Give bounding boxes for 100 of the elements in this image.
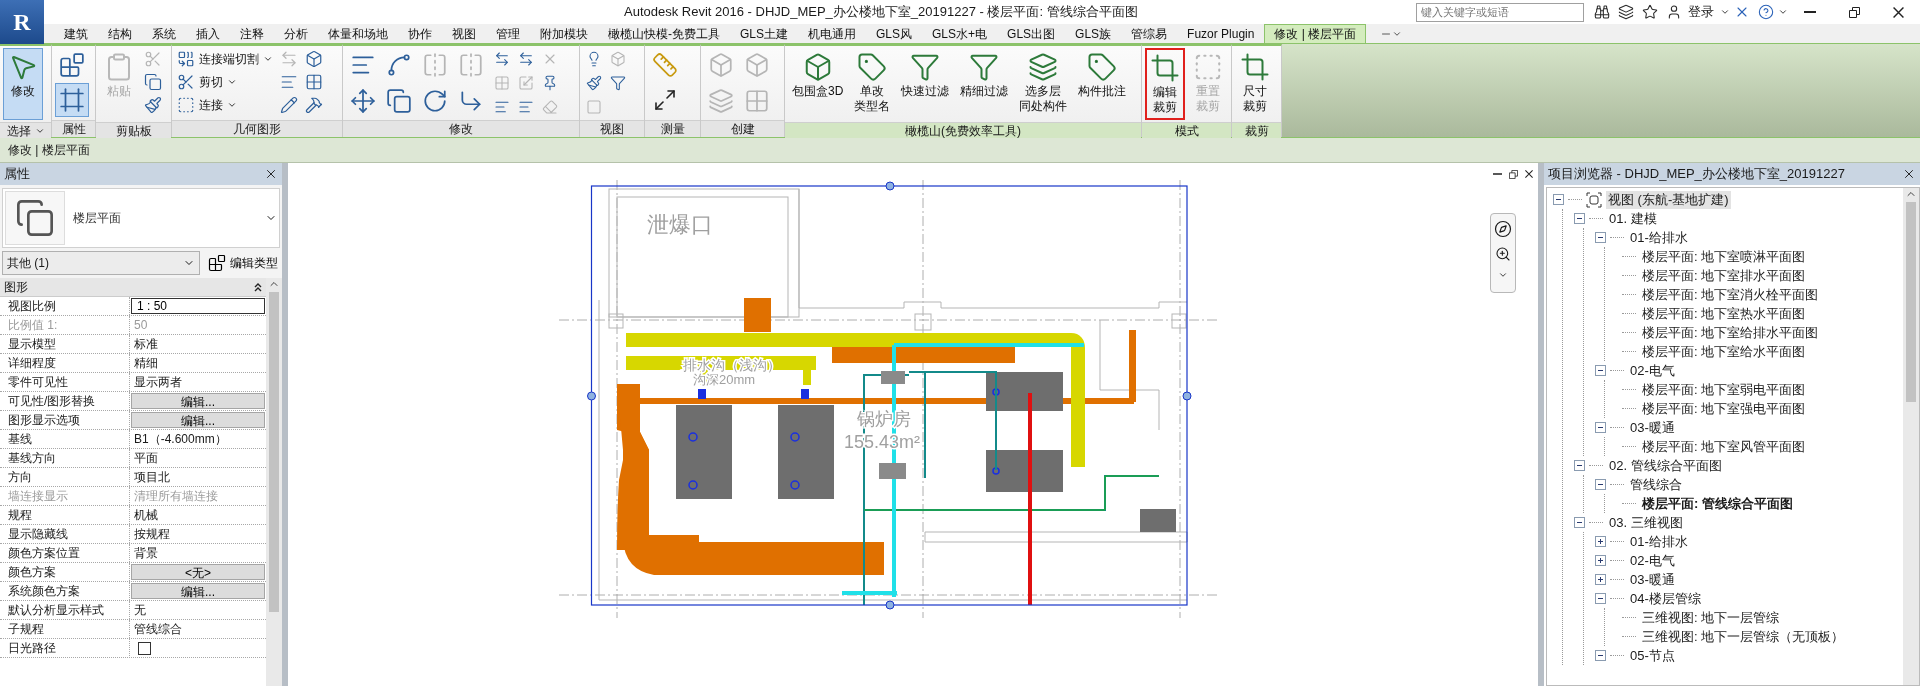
tree-item[interactable]: 楼层平面: 地下室给水平面图 xyxy=(1640,342,1808,361)
type-selector[interactable]: 楼层平面 xyxy=(2,188,280,248)
checkbox[interactable] xyxy=(138,642,151,655)
tree-item[interactable]: 楼层平面: 地下室强电平面图 xyxy=(1640,399,1808,418)
ribbon-tab[interactable]: 管理 xyxy=(486,24,530,43)
expand-icon[interactable] xyxy=(1595,574,1606,585)
edit-button[interactable]: 编辑... xyxy=(131,583,265,599)
application-button[interactable]: R xyxy=(0,0,44,44)
collapse-icon[interactable] xyxy=(1595,365,1606,376)
search-field[interactable]: 键入关键字或短语 xyxy=(1416,2,1584,22)
ribbon-tab[interactable]: 修改 | 楼层平面 xyxy=(1264,24,1367,43)
ribbon-button[interactable]: 包围盒3D xyxy=(788,48,848,120)
ribbon-tab[interactable]: 建筑 xyxy=(54,24,98,43)
expand-icon[interactable] xyxy=(1595,555,1606,566)
properties-toggle[interactable] xyxy=(55,83,89,117)
property-label: 方向 xyxy=(0,468,130,486)
tree-item[interactable]: 02-电气 xyxy=(1628,361,1677,380)
ribbon-tab[interactable]: Fuzor Plugin xyxy=(1177,24,1265,43)
ribbon-tab[interactable]: 分析 xyxy=(274,24,318,43)
ribbon-button[interactable]: 精细过滤 xyxy=(956,48,1013,120)
ribbon-tab[interactable]: 机电通用 xyxy=(798,24,866,43)
tree-item[interactable]: 楼层平面: 地下室给排水平面图 xyxy=(1640,323,1821,342)
tree-item[interactable]: 三维视图: 地下一层管综（无顶板） xyxy=(1640,627,1847,646)
collapse-icon[interactable] xyxy=(1595,422,1606,433)
tree-item[interactable]: 视图 (东航-基地扩建) xyxy=(1606,190,1731,209)
collapse-icon[interactable] xyxy=(1595,593,1606,604)
tree-item[interactable]: 02. 管线综合平面图 xyxy=(1607,456,1724,475)
ribbon-tab[interactable]: GLS土建 xyxy=(730,24,798,43)
tree-item[interactable]: 楼层平面: 地下室喷淋平面图 xyxy=(1640,247,1808,266)
ribbon-button[interactable]: 构件批注 xyxy=(1074,48,1131,120)
edit-type-button[interactable]: 编辑类型 xyxy=(206,254,280,272)
ribbon-tab[interactable]: 插入 xyxy=(186,24,230,43)
tree-item[interactable]: 楼层平面: 地下室排水平面图 xyxy=(1640,266,1808,285)
tree-item[interactable]: 01-给排水 xyxy=(1628,228,1690,247)
ribbon-button[interactable]: 尺寸 裁剪 xyxy=(1235,48,1275,120)
ribbon-tab[interactable]: 系统 xyxy=(142,24,186,43)
tree-item[interactable]: 楼层平面: 地下室风管平面图 xyxy=(1640,437,1808,456)
filter-dropdown[interactable]: 其他 (1) xyxy=(2,251,200,275)
tree-item[interactable]: 三维视图: 地下一层管综 xyxy=(1640,608,1782,627)
tree-item[interactable]: 楼层平面: 地下室热水平面图 xyxy=(1640,304,1808,323)
ribbon-tab[interactable]: 视图 xyxy=(442,24,486,43)
collapse-icon[interactable] xyxy=(254,282,262,292)
ribbon-button[interactable]: 编辑 裁剪 xyxy=(1145,48,1185,120)
floor-plan-type-icon xyxy=(15,198,55,238)
tree-item[interactable]: 01-给排水 xyxy=(1628,532,1690,551)
ribbon-tab[interactable]: 结构 xyxy=(98,24,142,43)
ribbon-tab[interactable]: GLS出图 xyxy=(997,24,1066,43)
ribbon-tab[interactable]: GLS水+电 xyxy=(922,24,998,43)
property-value: 精细 xyxy=(133,354,159,372)
tree-item[interactable]: 楼层平面: 管线综合平面图 xyxy=(1640,494,1795,513)
close-icon[interactable] xyxy=(1892,6,1904,18)
ribbon-button[interactable]: 选多层 同处构件 xyxy=(1015,48,1072,120)
tree-item[interactable]: 楼层平面: 地下室弱电平面图 xyxy=(1640,380,1808,399)
ribbon-tab[interactable]: 注释 xyxy=(230,24,274,43)
tree-item[interactable]: 03-暖通 xyxy=(1628,418,1677,437)
scrollbar[interactable] xyxy=(1903,188,1919,685)
ribbon-button[interactable]: 连接 xyxy=(175,94,275,116)
close-icon[interactable] xyxy=(1525,170,1533,178)
edit-button[interactable]: <无> xyxy=(131,564,265,580)
ribbon-tab[interactable]: 管综易 xyxy=(1121,24,1178,43)
ribbon-tab[interactable]: 体量和场地 xyxy=(318,24,398,43)
tree-item[interactable]: 03. 三维视图 xyxy=(1607,513,1685,532)
ribbon-button[interactable]: 单改 类型名 xyxy=(850,48,895,120)
value-field[interactable]: 1 : 50 xyxy=(131,298,265,314)
tree-item[interactable]: 03-暖通 xyxy=(1628,570,1677,589)
collapse-icon[interactable] xyxy=(1595,232,1606,243)
collapse-icon[interactable] xyxy=(1553,194,1564,205)
collapse-icon[interactable] xyxy=(1595,650,1606,661)
collapse-icon[interactable] xyxy=(1574,460,1585,471)
collapse-icon[interactable] xyxy=(1574,517,1585,528)
property-value: 50 xyxy=(133,317,149,334)
tree-item[interactable]: 管线综合 xyxy=(1628,475,1684,494)
property-label: 详细程度 xyxy=(0,354,130,372)
tree-item[interactable]: 05-节点 xyxy=(1628,646,1677,665)
scrollbar[interactable] xyxy=(266,278,282,686)
tree-item[interactable]: 楼层平面: 地下室消火栓平面图 xyxy=(1640,285,1821,304)
ribbon-tab[interactable]: 橄榄山快模-免费工具 xyxy=(598,24,730,43)
ribbon-tab[interactable]: 附加模块 xyxy=(530,24,598,43)
collapse-icon[interactable] xyxy=(1595,479,1606,490)
ribbon-button[interactable]: 修改 xyxy=(3,48,43,120)
navigation-bar[interactable] xyxy=(1490,213,1516,293)
tree-item[interactable]: 01. 建模 xyxy=(1607,209,1659,228)
restore-icon[interactable] xyxy=(1508,169,1518,179)
property-value: 清理所有墙连接 xyxy=(133,487,219,505)
minimize-icon[interactable] xyxy=(1492,173,1502,175)
expand-icon[interactable] xyxy=(1595,536,1606,547)
ribbon-button[interactable]: 快速过滤 xyxy=(897,48,954,120)
ribbon-tab[interactable]: 协作 xyxy=(398,24,442,43)
login-link[interactable]: 登录 xyxy=(1688,3,1714,21)
ribbon-tab[interactable]: GLS族 xyxy=(1065,24,1122,43)
property-label: 比例值 1: xyxy=(0,316,130,334)
ribbon-tab[interactable]: GLS风 xyxy=(866,24,923,43)
ribbon-button[interactable]: 剪切 xyxy=(175,71,275,93)
ribbon-button[interactable]: 连接端切割 xyxy=(175,48,275,70)
tree-item[interactable]: 02-电气 xyxy=(1628,551,1677,570)
edit-button[interactable]: 编辑... xyxy=(131,393,265,409)
edit-button[interactable]: 编辑... xyxy=(131,412,265,428)
collapse-icon[interactable] xyxy=(1574,213,1585,224)
restore-icon[interactable] xyxy=(1848,6,1860,18)
tree-item[interactable]: 04-楼层管综 xyxy=(1628,589,1703,608)
